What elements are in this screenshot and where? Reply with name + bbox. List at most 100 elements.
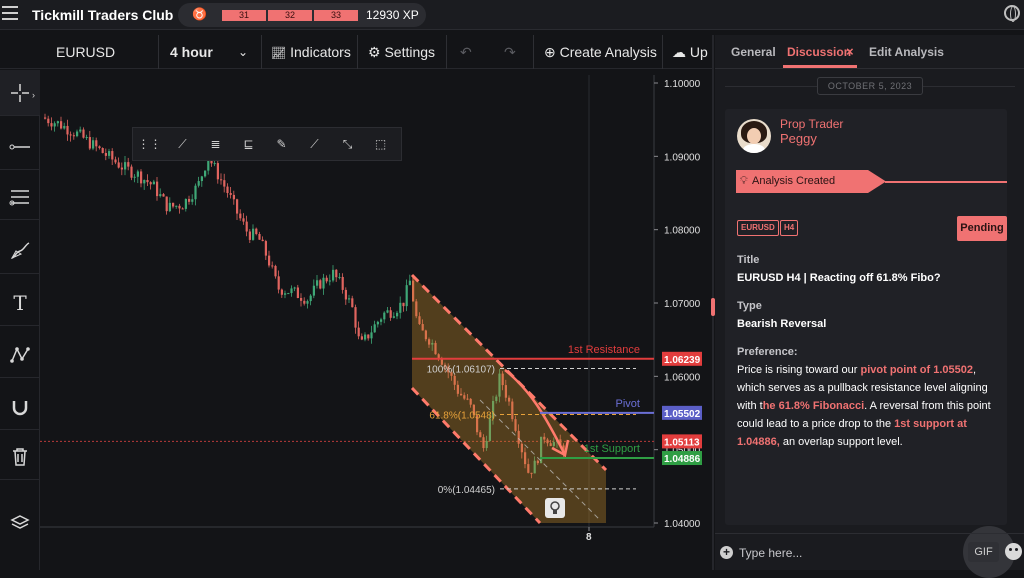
candle-bearish [354, 307, 357, 328]
candle-bearish [172, 202, 175, 207]
menu-icon[interactable] [2, 6, 18, 20]
candle-bearish [296, 287, 299, 299]
brush-tool[interactable] [0, 228, 40, 274]
expand-arrow-icon[interactable]: › [32, 90, 35, 100]
candle-bearish [82, 129, 85, 138]
tab-close-icon[interactable]: × [846, 44, 854, 59]
candle-bearish [236, 199, 239, 214]
undo-icon[interactable]: ↶ [460, 35, 472, 69]
level-32: 32 [268, 10, 312, 21]
create-analysis-button[interactable]: ⊕ Create Analysis [544, 35, 657, 69]
candle-bullish [204, 170, 207, 177]
candle-bearish [220, 179, 223, 181]
candle-bullish [284, 293, 287, 295]
trendline-icon[interactable]: ⟋ [166, 127, 199, 161]
upload-button[interactable]: ☁ Up [672, 35, 708, 69]
candle-bearish [245, 221, 248, 232]
candle-bullish [328, 280, 331, 282]
candle-bearish [402, 302, 405, 307]
magnet-icon [12, 400, 28, 415]
settings-button[interactable]: ⚙ Settings [368, 35, 435, 69]
candle-bullish [386, 310, 389, 313]
candle-bullish [293, 287, 296, 289]
chevron-down-icon[interactable]: ⌄ [238, 35, 248, 69]
date-separator: OCTOBER 5, 2023 [817, 77, 923, 95]
support-price-badge-text: 1.04886 [664, 454, 701, 465]
author-role: Prop Trader [780, 117, 844, 131]
fib-100-level-label: 100%(1.06107) [427, 364, 495, 375]
tab-discussion[interactable]: Discussion [787, 45, 851, 59]
preference-text: Price is rising toward our pivot point o… [737, 364, 991, 448]
fib-retracement-icon[interactable]: ≣ [199, 127, 232, 161]
candle-bearish [156, 181, 159, 197]
status-label: Analysis Created [752, 175, 836, 187]
candle-bullish [332, 269, 335, 281]
layers-tool[interactable] [0, 500, 40, 546]
candle-bearish [351, 298, 354, 308]
cloud-upload-icon: ☁ [672, 44, 686, 60]
avatar[interactable] [737, 119, 771, 153]
candle-bearish [140, 171, 143, 184]
candle-bearish [300, 298, 303, 301]
level-33: 33 [314, 10, 358, 21]
price-tick-label: 1.10000 [664, 79, 701, 90]
top-bar: Tickmill Traders Club ♉ 31 32 33 12930 X… [0, 0, 1024, 30]
candle-bearish [277, 276, 280, 290]
crosshair-tool[interactable]: › [0, 70, 40, 116]
text-icon: T [13, 290, 27, 315]
delete-tool[interactable] [0, 434, 40, 480]
gif-button[interactable]: GIF [968, 542, 999, 562]
candle-bearish [255, 228, 258, 235]
fib-618-level-label: 61.8%(1.0548) [429, 410, 495, 421]
globe-icon[interactable] [1004, 5, 1020, 22]
resistance-label: 1st Resistance [568, 344, 640, 356]
indicators-button[interactable]: 📈︎ Indicators [271, 35, 351, 69]
active-tab-indicator [783, 65, 857, 68]
fib-channel-icon[interactable]: ⊑ [232, 127, 265, 161]
candle-bearish [264, 241, 267, 256]
text-tool[interactable]: T [0, 280, 40, 326]
status-badge[interactable]: Pending [957, 216, 1007, 241]
add-attachment-icon[interactable]: + [720, 546, 733, 559]
fib-tool[interactable] [0, 174, 40, 220]
author-name[interactable]: Peggy [780, 131, 817, 146]
redo-icon[interactable]: ↷ [504, 35, 516, 69]
pattern-tool[interactable] [0, 332, 40, 378]
candle-bearish [216, 163, 219, 180]
candle-bullish [191, 199, 194, 202]
timeframe-select[interactable]: 4 hour [170, 35, 213, 69]
pen-icon[interactable]: ✎ [265, 127, 298, 161]
candle-bullish [376, 321, 379, 325]
candle-bearish [130, 166, 133, 178]
price-tick-label: 1.07000 [664, 299, 701, 310]
tab-general[interactable]: General [731, 45, 776, 59]
candle-bullish [380, 319, 383, 322]
lightbulb-icon: 💡︎ [740, 175, 748, 187]
tab-edit-analysis[interactable]: Edit Analysis [869, 45, 944, 59]
candle-bearish [127, 162, 130, 167]
candle-bearish [44, 117, 47, 119]
candle-bearish [242, 218, 245, 222]
settings-label: Settings [384, 44, 436, 60]
candle-bearish [239, 213, 242, 219]
symbol-selector[interactable]: EURUSD [56, 35, 115, 69]
drag-handle-icon[interactable]: ⋮⋮ [133, 127, 166, 161]
magnet-tool[interactable] [0, 384, 40, 430]
candle-bullish [408, 280, 411, 286]
candle-bearish [367, 334, 370, 339]
pivot-price-badge-text: 1.05502 [664, 409, 701, 420]
type-label: Type [737, 300, 762, 312]
line-tool[interactable] [0, 124, 40, 170]
emoji-icon[interactable] [1005, 543, 1022, 560]
chart-toolbar: EURUSD 4 hour ⌄ 📈︎ Indicators ⚙ Settings… [0, 35, 712, 69]
xp-progress: ♉ 31 32 33 12930 XP [178, 3, 426, 27]
candle-bearish [104, 153, 107, 156]
price-tick-label: 1.06000 [664, 372, 701, 383]
candle-bearish [268, 255, 271, 266]
path-icon[interactable]: ⤡ [331, 127, 364, 161]
rectangle-icon[interactable]: ⬚ [364, 127, 397, 161]
candle-bullish [184, 198, 187, 209]
message-input[interactable] [739, 543, 939, 563]
ray-icon[interactable]: ⟋ [298, 127, 331, 161]
candle-bearish [101, 148, 104, 154]
